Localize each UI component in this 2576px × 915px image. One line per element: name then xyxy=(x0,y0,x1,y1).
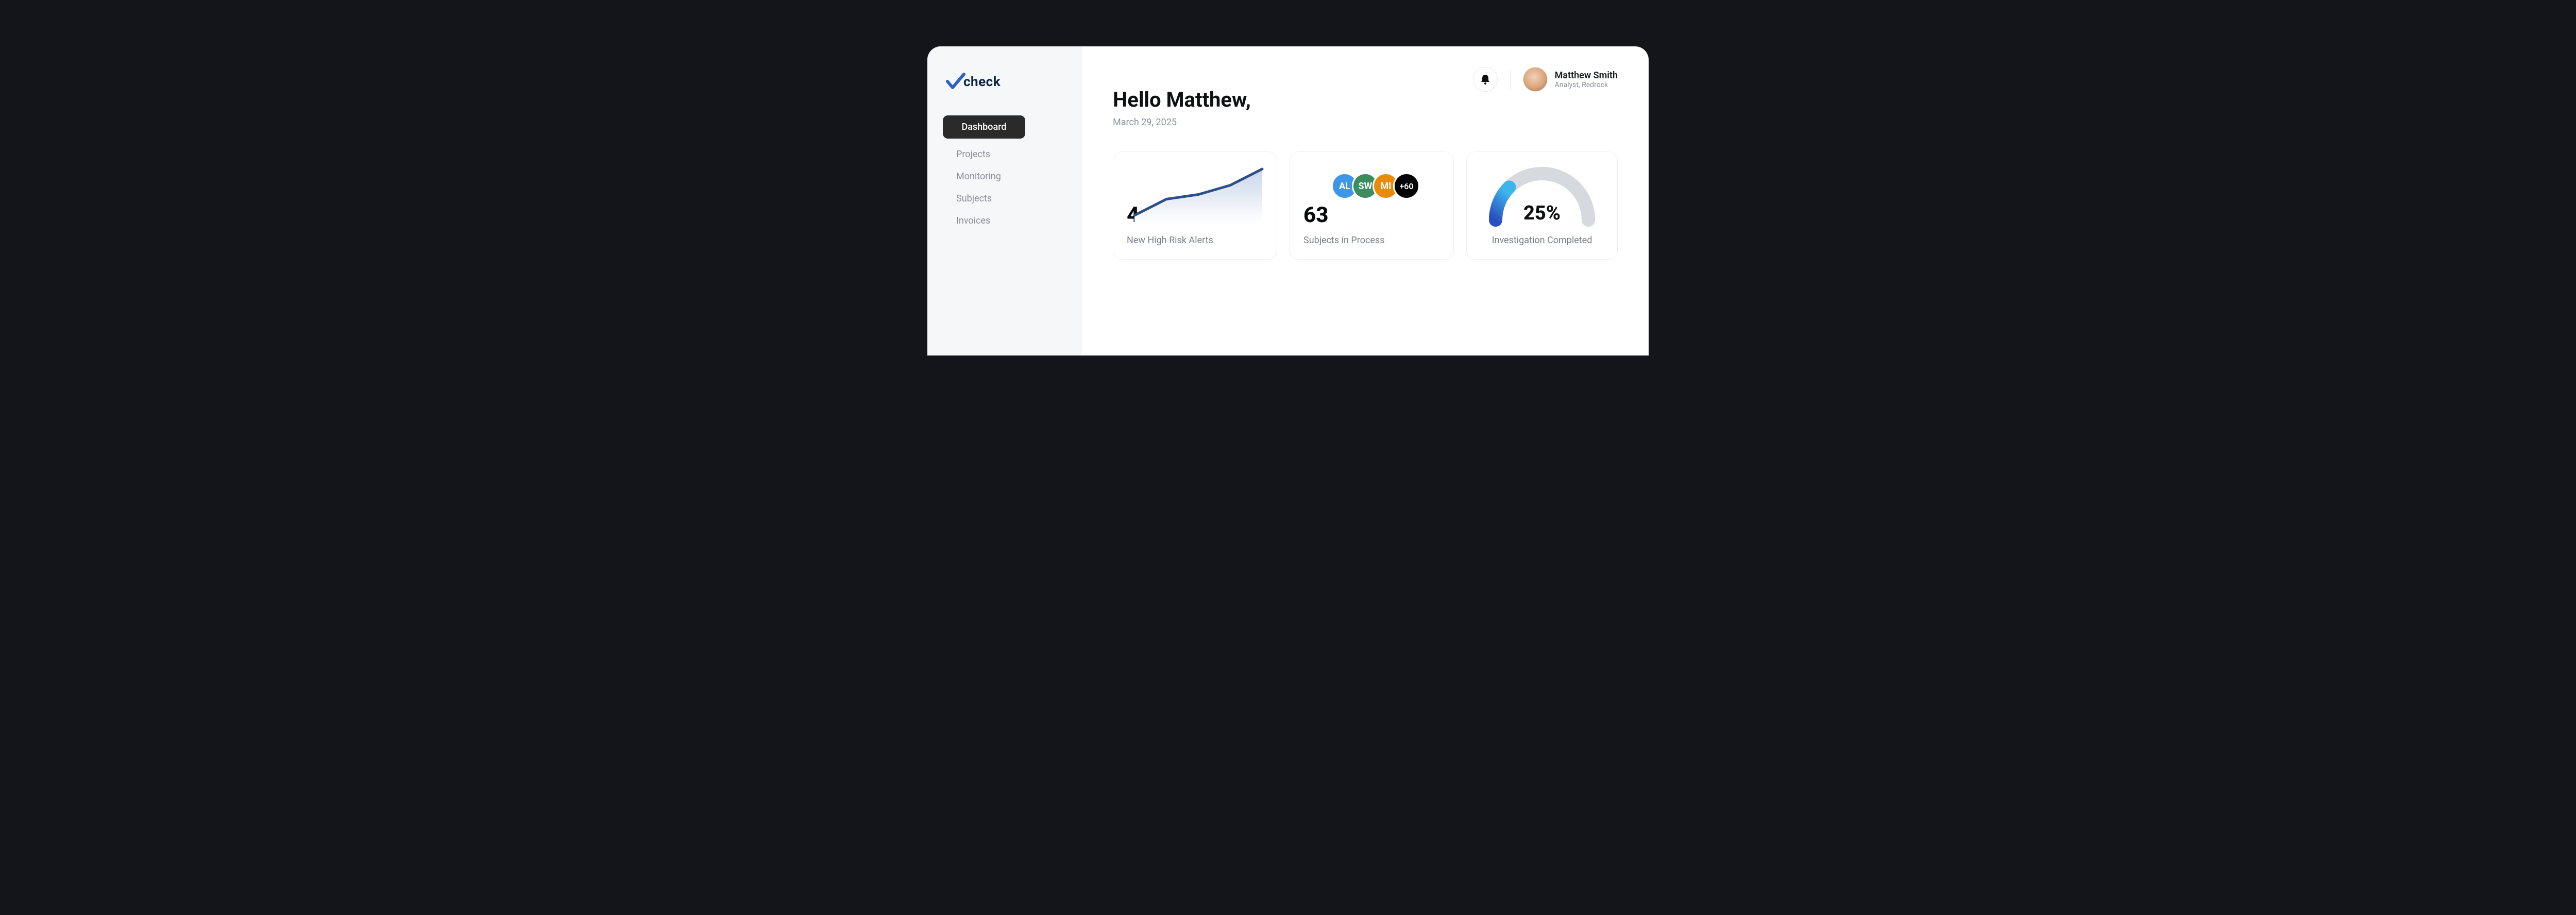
sidebar-item-monitoring[interactable]: Monitoring xyxy=(943,166,1066,187)
greeting: Hello Matthew, March 29, 2025 xyxy=(1113,88,1618,128)
subjects-value: 63 xyxy=(1303,202,1440,228)
main-content: Matthew Smith Analyst, Redrock Hello Mat… xyxy=(1082,46,1649,355)
user-name: Matthew Smith xyxy=(1555,70,1618,81)
app-window: check Dashboard Projects Monitoring Subj… xyxy=(927,46,1649,355)
subject-chips: AL SW MI +60 xyxy=(1331,173,1420,199)
sidebar-item-invoices[interactable]: Invoices xyxy=(943,210,1066,231)
sidebar-item-projects[interactable]: Projects xyxy=(943,144,1066,165)
user-info: Matthew Smith Analyst, Redrock xyxy=(1555,70,1618,89)
user-role: Analyst, Redrock xyxy=(1555,81,1618,89)
check-mark-icon xyxy=(946,72,965,90)
sidebar-nav: Dashboard Projects Monitoring Subjects I… xyxy=(943,115,1066,231)
divider xyxy=(1510,69,1511,90)
sidebar: check Dashboard Projects Monitoring Subj… xyxy=(927,46,1082,355)
card-subjects-in-process[interactable]: AL SW MI +60 63 Subjects in Process xyxy=(1290,151,1454,260)
topbar: Matthew Smith Analyst, Redrock xyxy=(1473,67,1618,92)
sidebar-item-subjects[interactable]: Subjects xyxy=(943,188,1066,209)
summary-cards: 4 New High Risk Alerts AL SW MI +60 63 S… xyxy=(1113,151,1618,260)
gauge: 25% xyxy=(1480,156,1604,228)
brand-logo: check xyxy=(943,72,1066,90)
brand-name: check xyxy=(963,74,1001,90)
alerts-label: New High Risk Alerts xyxy=(1127,235,1263,246)
subject-chip-more: +60 xyxy=(1393,173,1420,199)
notifications-button[interactable] xyxy=(1473,67,1498,92)
sparkline-icon xyxy=(1131,161,1265,223)
subjects-label: Subjects in Process xyxy=(1303,235,1440,246)
progress-label: Investigation Completed xyxy=(1492,235,1592,246)
progress-value: 25% xyxy=(1480,202,1604,225)
user-menu[interactable]: Matthew Smith Analyst, Redrock xyxy=(1523,67,1618,92)
sidebar-item-dashboard[interactable]: Dashboard xyxy=(943,115,1025,139)
avatar xyxy=(1523,67,1548,92)
page-date: March 29, 2025 xyxy=(1113,117,1618,128)
bell-icon xyxy=(1480,74,1490,85)
card-high-risk-alerts[interactable]: 4 New High Risk Alerts xyxy=(1113,151,1277,260)
card-investigation-completed[interactable]: 25% Investigation Completed xyxy=(1466,151,1618,260)
